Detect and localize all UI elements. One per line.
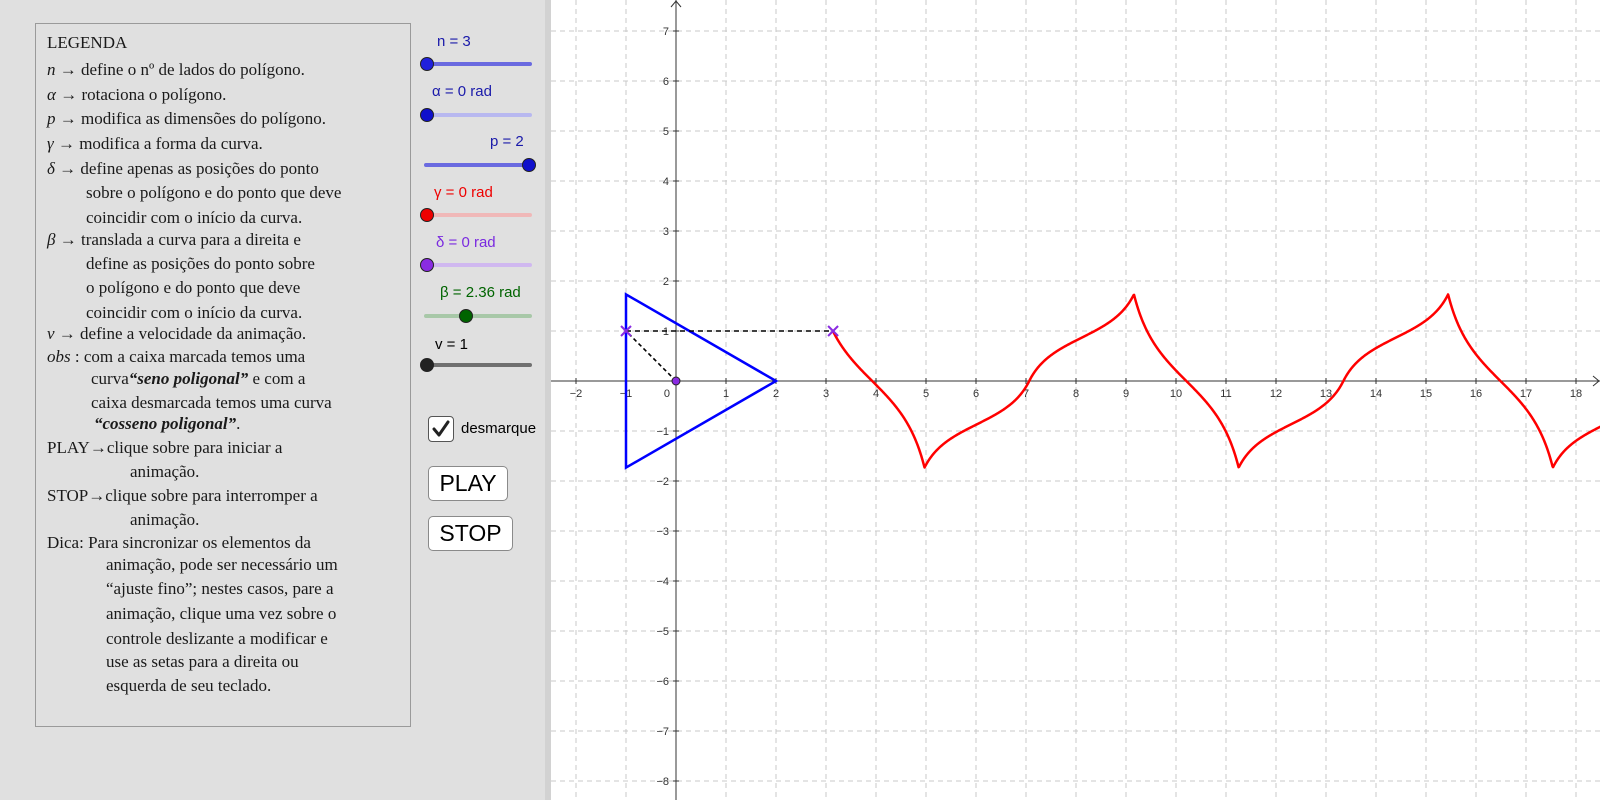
y-tick-labels: 7 6 5 4 3 2 1 −1 −2 −3 −4 −5 −6 −7 −8 — [656, 26, 669, 788]
x-tick-label: 5 — [923, 388, 929, 400]
y-tick-label: 7 — [663, 26, 669, 38]
slider-n-label: n = 3 — [437, 33, 471, 50]
curve-start-point-marker[interactable] — [827, 325, 839, 337]
y-tick-label: −2 — [656, 476, 669, 488]
y-tick-label: −1 — [656, 426, 669, 438]
grid-lines — [551, 0, 1600, 800]
y-tick-label: −6 — [656, 676, 669, 688]
y-tick-label: −5 — [656, 626, 669, 638]
x-tick-labels: −2 −1 0 1 2 3 4 5 6 7 8 9 10 11 12 13 14 15 16 17 18 — [570, 388, 1582, 400]
x-tick-label: 0 — [664, 388, 670, 400]
x-tick-label: 17 — [1520, 388, 1532, 400]
legend-delta: δ → define apenas as posições do ponto — [47, 159, 319, 178]
slider-n-track[interactable] — [424, 62, 532, 66]
legend-dica-line6: use as setas para a direita ou — [106, 652, 299, 671]
curve-type-checkbox[interactable] — [428, 416, 454, 442]
legend-beta-line2: define as posições do ponto sobre — [86, 254, 315, 273]
y-tick-label: 5 — [663, 126, 669, 138]
slider-beta-knob[interactable] — [458, 309, 473, 323]
slider-p-track[interactable] — [424, 163, 532, 167]
x-tick-label: 8 — [1073, 388, 1079, 400]
slider-v-label: v = 1 — [435, 336, 468, 353]
x-tick-label: 14 — [1370, 388, 1382, 400]
x-tick-label: 4 — [873, 388, 879, 400]
legend-obs-line4: “cosseno poligonal”. — [94, 414, 241, 433]
y-tick-label: −8 — [656, 776, 669, 788]
legend-dica-line3: “ajuste fino”; nestes casos, pare a — [106, 579, 334, 598]
legend-obs-line2: curva“seno poligonal” e com a — [91, 369, 306, 388]
slider-v-knob[interactable] — [420, 358, 434, 372]
legend-gamma: γ → modifica a forma da curva. — [47, 134, 263, 153]
slider-gamma-label: γ = 0 rad — [434, 184, 493, 201]
y-tick-label: 1 — [663, 326, 669, 338]
legend-dica-line5: controle deslizante a modificar e — [106, 629, 328, 648]
slider-alpha-knob[interactable] — [420, 108, 434, 122]
slider-beta-label: β = 2.36 rad — [440, 284, 521, 301]
slider-alpha-label: α = 0 rad — [432, 83, 492, 100]
legend-stop-line2: animação. — [130, 510, 200, 529]
slider-gamma-knob[interactable] — [420, 208, 434, 222]
slider-delta-knob[interactable] — [420, 258, 434, 272]
y-tick-label: 3 — [663, 226, 669, 238]
slider-p-knob[interactable] — [522, 158, 536, 172]
y-tick-label: 4 — [663, 176, 669, 188]
graphics-view[interactable]: −2 −1 0 1 2 3 4 5 6 7 8 9 10 11 12 13 14 15 16 17 18 7654321… — [551, 0, 1600, 800]
x-tick-label: 11 — [1220, 388, 1231, 400]
legend-dica: Dica: Para sincronizar os elementos da — [47, 533, 311, 552]
legend-delta-line2: sobre o polígono e do ponto que deve — [86, 183, 342, 202]
legend-play-line2: animação. — [130, 462, 200, 481]
controls-panel: LEGENDA n → define o nº de lados do polí… — [0, 0, 545, 800]
legend-stop: STOP→clique sobre para interromper a — [47, 486, 318, 505]
slider-p-label: p = 2 — [490, 133, 524, 150]
legend-obs: obs : com a caixa marcada temos uma — [47, 347, 306, 366]
legend-n: n → define o nº de lados do polígono. — [47, 60, 305, 79]
slider-gamma-track[interactable] — [424, 213, 532, 217]
legend-play: PLAY→clique sobre para iniciar a — [47, 438, 283, 457]
slider-v-track[interactable] — [424, 363, 532, 367]
dashed-radius-line — [625, 330, 677, 382]
y-tick-label: −7 — [656, 726, 669, 738]
legend-p: p → modifica as dimensões do polígono. — [47, 109, 327, 128]
slider-n-knob[interactable] — [420, 57, 434, 71]
legend-beta-line3: o polígono e do ponto que deve — [86, 278, 301, 297]
play-button[interactable]: PLAY — [428, 466, 508, 501]
slider-delta-label: δ = 0 rad — [436, 234, 496, 251]
x-tick-label: 1 — [723, 388, 729, 400]
legend-beta-line4: coincidir com o início da curva. — [86, 303, 303, 322]
x-tick-label: 12 — [1270, 388, 1282, 400]
x-tick-label: 9 — [1123, 388, 1129, 400]
x-tick-label: 10 — [1170, 388, 1182, 400]
legend-delta-line3: coincidir com o início da curva. — [86, 208, 303, 227]
x-tick-label: −2 — [570, 388, 583, 400]
legend-dica-line4: animação, clique uma vez sobre o — [106, 604, 337, 623]
slider-delta-track[interactable] — [424, 263, 532, 267]
x-tick-label: 15 — [1420, 388, 1432, 400]
legend-dica-line7: esquerda de seu teclado. — [106, 676, 272, 695]
y-tick-label: −4 — [656, 576, 669, 588]
slider-alpha-track[interactable] — [424, 113, 532, 117]
legend-title: LEGENDA — [47, 33, 128, 52]
x-tick-label: 18 — [1570, 388, 1582, 400]
legend-alpha: α → rotaciona o polígono. — [47, 85, 227, 104]
legend-beta: β → translada a curva para a direita e — [47, 230, 301, 249]
legend-dica-line2: animação, pode ser necessário um — [106, 555, 338, 574]
x-tick-label: 3 — [823, 388, 829, 400]
legend-obs-line3: caixa desmarcada temos uma curva — [91, 393, 332, 412]
checkbox-label: desmarque — [461, 420, 537, 437]
y-tick-label: −3 — [656, 526, 669, 538]
stop-button[interactable]: STOP — [428, 516, 513, 551]
x-tick-label: 2 — [773, 388, 779, 400]
y-tick-label: 6 — [663, 76, 669, 88]
x-tick-label: 6 — [973, 388, 979, 400]
origin-point[interactable] — [671, 376, 681, 386]
checkmark-icon — [432, 420, 450, 437]
y-tick-label: 2 — [663, 276, 669, 288]
x-tick-label: 16 — [1470, 388, 1482, 400]
legend-v: v → define a velocidade da animação. — [47, 324, 307, 343]
legend-box: LEGENDA n → define o nº de lados do polí… — [35, 23, 411, 727]
slider-beta-track[interactable] — [424, 314, 532, 318]
